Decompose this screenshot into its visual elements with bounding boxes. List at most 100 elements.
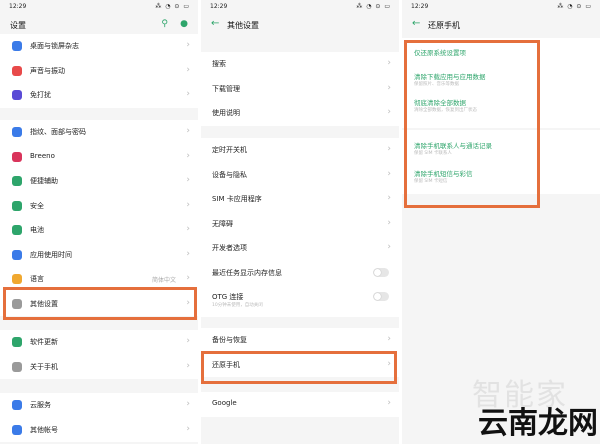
status-icons: ⁂ ◔ ⊙ ▭ xyxy=(557,3,592,10)
list-item[interactable]: 最近任务显示内存信息 xyxy=(201,261,399,286)
chevron-right-icon: › xyxy=(387,242,391,252)
chevron-right-icon: › xyxy=(387,82,391,93)
list-item[interactable]: 搜索 › xyxy=(201,52,399,77)
list-item-label: 开发者选项 xyxy=(212,244,247,252)
other-settings-panel: 12:29 ⁂ ◔ ⊙ ▭ ← 其他设置 搜索 › 下载管理 › 使用说明 › 定时开关机… xyxy=(201,0,399,444)
chevron-right-icon: › xyxy=(387,217,391,228)
chevron-right-icon: › xyxy=(186,248,190,259)
back-arrow-icon[interactable]: ← xyxy=(412,18,420,29)
toggle-switch[interactable] xyxy=(373,267,389,277)
list-item-label: 声音与振动 xyxy=(30,66,65,75)
setting-icon xyxy=(12,151,22,162)
list-item[interactable]: 安全 › xyxy=(0,194,198,219)
setting-icon xyxy=(12,274,22,284)
list-item-label: OTG 连接 xyxy=(212,293,244,301)
setting-icon xyxy=(12,400,22,410)
list-item-label: 电池 xyxy=(30,226,44,234)
list-item[interactable]: 电池 › xyxy=(0,218,198,243)
list-item[interactable]: 使用说明 › xyxy=(201,101,399,126)
list-item-label: SIM 卡应用程序 xyxy=(212,195,262,203)
list-item-label: 软件更新 xyxy=(30,338,58,346)
setting-icon xyxy=(12,176,22,186)
list-item-label: 安全 xyxy=(30,201,44,210)
search-icon[interactable]: ⚲ xyxy=(161,19,168,29)
list-item-label: 其他帐号 xyxy=(30,425,58,434)
list-item-label: Breeno xyxy=(30,151,55,160)
list-item[interactable]: 应用使用时间 › xyxy=(0,243,198,268)
list-item[interactable]: 备份与恢复 › xyxy=(201,328,399,353)
settings-panel: 12:29 ⁂ ◔ ⊙ ▭ 设置 ⚲ ● 桌面与锁屏杂志 › 声音与振动 › 免打扰 › … xyxy=(0,0,198,444)
list-item[interactable]: 下载管理 › xyxy=(201,77,399,102)
watermark-logo: 云南龙网 xyxy=(478,406,598,441)
list-item[interactable]: Breeno › xyxy=(0,145,198,170)
list-item-label: 关于手机 xyxy=(30,362,58,371)
list-item[interactable]: 无障碍 › xyxy=(201,212,399,237)
setting-icon xyxy=(12,41,22,51)
chevron-right-icon: › xyxy=(387,107,391,117)
list-item-label: Google xyxy=(212,399,237,407)
list-item-subtitle: 10分钟未使用，自动关闭 xyxy=(212,303,263,308)
chevron-right-icon: › xyxy=(387,58,391,68)
list-item-label: 使用说明 xyxy=(212,109,240,117)
setting-icon xyxy=(12,337,22,347)
list-item[interactable]: 指纹、面部与密码 › xyxy=(0,120,198,145)
chevron-right-icon: › xyxy=(387,334,391,344)
list-item[interactable]: 其他帐号 › xyxy=(0,418,198,443)
list-item[interactable]: Google › xyxy=(201,392,399,417)
list-item[interactable]: 定时开关机 › xyxy=(201,138,399,163)
chevron-right-icon: › xyxy=(186,64,190,75)
status-time: 12:29 xyxy=(210,3,228,10)
microphone-icon[interactable]: ● xyxy=(180,19,188,29)
settings-group: Google › xyxy=(201,392,399,417)
chevron-right-icon: › xyxy=(186,336,190,346)
setting-icon xyxy=(12,200,22,211)
page-title: 设置 xyxy=(10,21,26,30)
list-item[interactable]: 桌面与锁屏杂志 › xyxy=(0,34,198,59)
list-item[interactable]: 关于手机 › xyxy=(0,355,198,380)
list-item[interactable]: 声音与振动 › xyxy=(0,59,198,84)
settings-group: 桌面与锁屏杂志 › 声音与振动 › 免打扰 › xyxy=(0,34,198,108)
chevron-right-icon: › xyxy=(186,423,190,434)
list-item[interactable]: 云服务 › xyxy=(0,393,198,418)
list-item[interactable]: SIM 卡应用程序 › xyxy=(201,187,399,212)
status-time: 12:29 xyxy=(411,3,429,10)
settings-group: 云服务 › 其他帐号 › xyxy=(0,393,198,442)
list-item-value: 简体中文 xyxy=(151,277,176,284)
chevron-right-icon: › xyxy=(387,168,391,179)
setting-icon xyxy=(12,361,22,372)
status-bar: 12:29 ⁂ ◔ ⊙ ▭ xyxy=(0,0,198,12)
highlight-other-settings xyxy=(3,287,197,320)
chevron-right-icon: › xyxy=(387,144,391,154)
back-arrow-icon[interactable]: ← xyxy=(211,18,219,29)
chevron-right-icon: › xyxy=(186,199,190,210)
chevron-right-icon: › xyxy=(186,175,190,185)
list-item[interactable]: OTG 连接 10分钟未使用，自动关闭 xyxy=(201,285,399,317)
list-item[interactable]: 软件更新 › xyxy=(0,330,198,355)
chevron-right-icon: › xyxy=(186,150,190,161)
list-item-label: 语言 xyxy=(30,275,44,283)
settings-group: 搜索 › 下载管理 › 使用说明 › xyxy=(201,52,399,126)
chevron-right-icon: › xyxy=(387,193,391,203)
settings-group: 定时开关机 › 设备与隐私 › SIM 卡应用程序 › 无障碍 › 开发者选项 › 最近任务显示内存… xyxy=(201,138,399,317)
list-item-label: 便捷辅助 xyxy=(30,177,58,185)
list-item[interactable]: 开发者选项 › xyxy=(201,236,399,261)
list-item-label: 定时开关机 xyxy=(212,146,247,154)
settings-group: 软件更新 › 关于手机 › xyxy=(0,330,198,379)
list-item-label: 云服务 xyxy=(30,401,51,409)
list-item-label: 免打扰 xyxy=(30,91,51,99)
list-item[interactable]: 免打扰 › xyxy=(0,83,198,108)
setting-icon xyxy=(12,424,22,435)
setting-icon xyxy=(12,249,22,260)
chevron-right-icon: › xyxy=(186,126,190,136)
list-item[interactable]: 设备与隐私 › xyxy=(201,163,399,188)
highlight-reset-options xyxy=(404,40,540,208)
chevron-right-icon: › xyxy=(186,89,190,99)
chevron-right-icon: › xyxy=(387,398,391,408)
page-title: 还原手机 xyxy=(428,21,460,30)
status-icons: ⁂ ◔ ⊙ ▭ xyxy=(356,3,391,10)
list-item[interactable]: 便捷辅助 › xyxy=(0,169,198,194)
list-item-label: 最近任务显示内存信息 xyxy=(212,268,282,277)
status-time: 12:29 xyxy=(9,3,27,10)
toggle-switch[interactable] xyxy=(373,292,389,301)
setting-icon xyxy=(12,225,22,235)
